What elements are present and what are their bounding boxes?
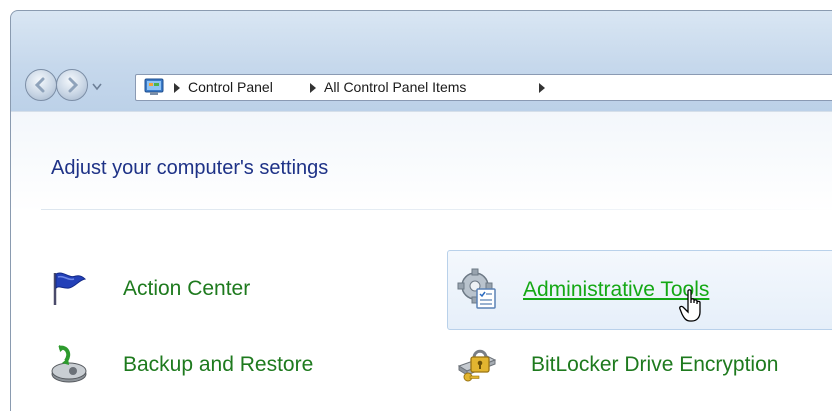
navigation-buttons [25,69,135,105]
forward-button[interactable] [56,69,88,101]
item-label: Backup and Restore [123,353,314,376]
crumb-arrow-icon[interactable] [538,83,546,93]
item-label: Action Center [123,277,251,300]
address-bar[interactable]: Control Panel All Control Panel Items [135,74,832,101]
item-bitlocker-drive-encryption[interactable]: BitLocker Drive Encryption [451,344,832,394]
item-administrative-tools[interactable]: Administrative Tools [447,250,832,330]
bitlocker-icon [457,349,497,382]
content-area: Adjust your computer's settings Action C… [11,111,832,411]
chevron-down-icon[interactable] [91,80,103,92]
page-title: Adjust your computer's settings [51,157,329,179]
item-action-center[interactable]: Action Center [49,267,379,317]
forward-arrow-icon [68,77,79,93]
item-backup-and-restore[interactable]: Backup and Restore [49,344,379,394]
crumb-arrow-icon[interactable] [309,83,317,93]
crumb-arrow-icon[interactable] [173,83,181,93]
crumb-control-panel[interactable]: Control Panel [188,79,273,95]
hand-cursor-icon [679,289,701,322]
back-arrow-icon [34,77,45,93]
divider [41,209,832,210]
backup-icon [51,345,87,383]
admin-tools-icon [457,268,496,309]
flag-icon [53,272,87,305]
back-button[interactable] [25,69,57,101]
control-panel-icon [144,78,164,95]
explorer-window: Control Panel All Control Panel Items Ad… [10,10,832,411]
item-label: BitLocker Drive Encryption [531,353,779,376]
crumb-all-items[interactable]: All Control Panel Items [324,79,466,95]
